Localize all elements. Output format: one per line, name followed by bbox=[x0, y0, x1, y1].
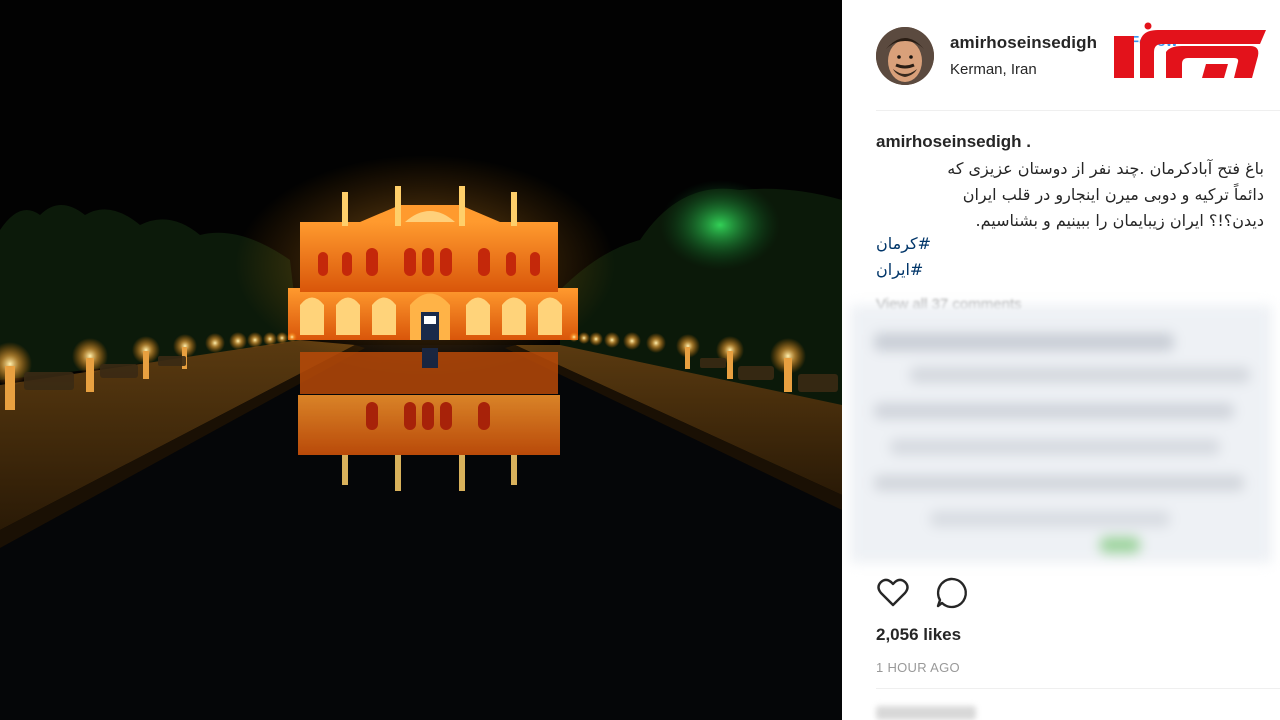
hashtag-link[interactable]: #ایران bbox=[876, 260, 923, 279]
location-link[interactable]: Kerman, Iran bbox=[950, 61, 1037, 78]
blurred-comments-area bbox=[850, 305, 1272, 563]
caption-line: دائماً ترکیه و دوبی میرن اینجارو در قلب … bbox=[962, 185, 1264, 204]
heart-icon[interactable] bbox=[876, 576, 910, 610]
caption-line: باغ فتح آبادکرمان .چند نفر از دوستان عزی… bbox=[947, 159, 1264, 178]
caption-text: باغ فتح آبادکرمان .چند نفر از دوستان عزی… bbox=[876, 156, 1264, 234]
username-link[interactable]: amirhoseinsedigh bbox=[950, 33, 1097, 53]
post-sidebar: amirhoseinsedigh Follow Kerman, Iran ami… bbox=[842, 0, 1280, 720]
post-actions bbox=[876, 576, 996, 610]
caption-line: دیدن؟!؟ ایران زیبایمان را ببینیم و بشناس… bbox=[975, 211, 1264, 230]
header-divider bbox=[876, 110, 1280, 111]
rokna-news-logo bbox=[1114, 22, 1266, 78]
avatar-photo bbox=[876, 27, 934, 85]
add-comment-input[interactable] bbox=[876, 706, 976, 720]
caption-username[interactable]: amirhoseinsedigh . bbox=[876, 132, 1031, 152]
footer-divider bbox=[876, 688, 1280, 689]
avatar[interactable] bbox=[876, 27, 934, 85]
post-photo[interactable] bbox=[0, 0, 842, 720]
post-timestamp[interactable]: 1 HOUR AGO bbox=[876, 660, 960, 675]
night-palace-image bbox=[0, 155, 842, 720]
post-header: amirhoseinsedigh Follow Kerman, Iran bbox=[842, 0, 1280, 110]
comment-bubble-icon[interactable] bbox=[934, 576, 968, 610]
hashtag-link[interactable]: #کرمان bbox=[876, 234, 931, 253]
likes-count[interactable]: 2,056 likes bbox=[876, 625, 961, 645]
